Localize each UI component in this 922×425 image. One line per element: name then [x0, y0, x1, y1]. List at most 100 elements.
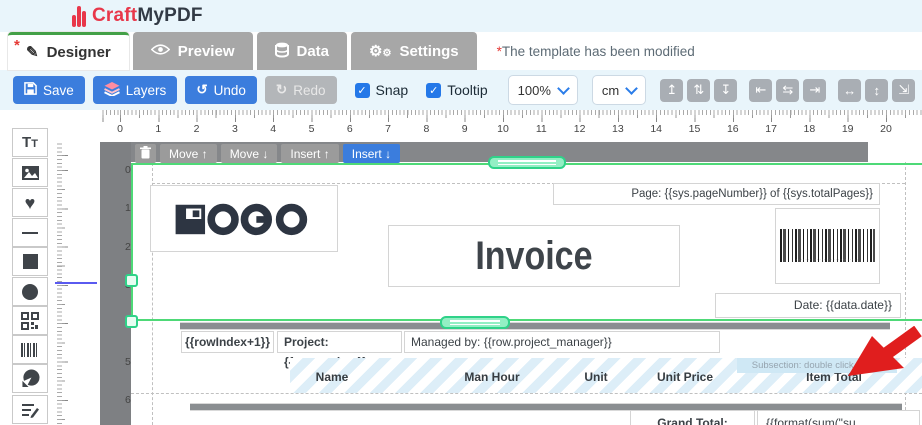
shrink-button[interactable]: ⇲ — [892, 79, 915, 102]
barcode-element[interactable]: ··························· — [775, 208, 880, 284]
redo-icon: ↻ — [276, 82, 287, 98]
craftmypdf-logo-icon — [72, 6, 86, 27]
unit-select[interactable]: cm — [592, 75, 646, 105]
redo-button[interactable]: ↻ Redo — [265, 76, 337, 104]
hruler-number: 4 — [270, 123, 276, 135]
column-header-unit-price[interactable]: Unit Price — [657, 370, 713, 384]
page-number-element[interactable]: Page: {{sys.pageNumber}} of {{sys.totalP… — [553, 183, 880, 205]
hruler-number: 2 — [194, 123, 200, 135]
column-header-unit[interactable]: Unit — [584, 370, 607, 384]
hruler-number: 20 — [880, 123, 892, 135]
selection-left-handle[interactable] — [125, 274, 138, 287]
undo-button[interactable]: ↺ Undo — [185, 76, 257, 104]
selection-bottom-grip-handle[interactable] — [440, 316, 510, 329]
valign-center-button[interactable]: ⇅ — [687, 79, 710, 102]
date-element[interactable]: Date: {{data.date}} — [715, 293, 901, 318]
tab-settings[interactable]: ⚙⚙ Settings — [351, 32, 477, 70]
layers-icon — [104, 82, 120, 99]
align-left-button[interactable]: ⇤ — [749, 79, 772, 102]
logo-element[interactable] — [150, 185, 338, 252]
column-header-name[interactable]: Name — [316, 370, 349, 384]
layers-label: Layers — [126, 83, 167, 98]
red-annotation-arrow — [846, 326, 922, 378]
ellipse-tool-button[interactable] — [12, 277, 48, 306]
tooltip-checkbox-group: ✓ Tooltip — [426, 82, 487, 98]
line-tool-button[interactable] — [12, 218, 48, 247]
valign-center-icon: ⇅ — [693, 82, 704, 98]
barcode-icon — [21, 343, 39, 357]
rich-text-icon — [21, 402, 39, 418]
zoom-select[interactable]: 100% — [508, 75, 578, 105]
rectangle-tool-button[interactable] — [12, 247, 48, 276]
align-bottom-button[interactable]: ↧ — [714, 79, 737, 102]
chart-icon — [21, 369, 40, 388]
rich-text-tool-button[interactable] — [12, 395, 48, 424]
project-element[interactable]: Project: {{row.project}} — [277, 331, 402, 353]
save-button[interactable]: Save — [13, 76, 85, 104]
context-move--row[interactable]: Move ↓ — [221, 144, 278, 163]
invoice-title-element[interactable]: Invoice — [388, 225, 680, 287]
modified-star: * — [14, 37, 20, 54]
redo-label: Redo — [293, 83, 325, 98]
align-right-button[interactable]: ⇥ — [803, 79, 826, 102]
delete-section-button[interactable] — [135, 144, 156, 163]
heart-icon: ♥ — [25, 194, 36, 212]
hruler-number: 12 — [574, 123, 586, 135]
context-insert-[interactable]: Insert ↑ — [281, 144, 338, 163]
text-tool-button[interactable]: TT — [12, 128, 48, 157]
context-insert-[interactable]: Insert ↓ — [343, 144, 400, 163]
stretch-vertical-icon: ↕ — [874, 83, 881, 98]
heart-tool-button[interactable]: ♥ — [12, 188, 48, 217]
chart-tool-button[interactable] — [12, 364, 48, 393]
unit-value: cm — [602, 83, 619, 98]
vruler-number: 5 — [125, 356, 131, 368]
halign-center-icon: ⇆ — [782, 82, 793, 98]
tab-preview[interactable]: Preview — [133, 32, 253, 70]
align-top-button[interactable]: ↥ — [660, 79, 683, 102]
tab-label: Designer — [47, 44, 111, 61]
zoom-value: 100% — [518, 83, 551, 98]
row-index-element[interactable]: {{rowIndex+1}} — [181, 331, 274, 353]
brand-mypdf: MyPDF — [137, 5, 202, 26]
hruler-number: 11 — [536, 123, 547, 135]
grand-total-label-element[interactable]: Grand Total: — [630, 410, 755, 425]
layers-button[interactable]: Layers — [93, 76, 178, 104]
section-context-menu: Move ↑Move ↓Insert ↑ Insert ↓ — [135, 144, 400, 163]
qrcode-tool-button[interactable] — [12, 306, 48, 335]
tooltip-checkbox[interactable]: ✓ — [426, 83, 441, 98]
align-left-icon: ⇤ — [755, 82, 766, 98]
qrcode-icon — [21, 312, 39, 330]
context-move--row[interactable]: Move ↑ — [160, 144, 217, 163]
stretch-vertical-button[interactable]: ↕ — [865, 79, 888, 102]
template-modified-notice: *The template has been modified — [497, 44, 695, 59]
notice-text: The template has been modified — [502, 44, 695, 59]
selection-top-grip-handle[interactable] — [488, 156, 566, 169]
image-icon — [21, 165, 40, 181]
hruler-number: 19 — [842, 123, 854, 135]
column-header-man-hour[interactable]: Man Hour — [464, 370, 519, 384]
undo-icon: ↺ — [196, 82, 207, 98]
stretch-horizontal-button[interactable]: ↔ — [838, 79, 861, 102]
snap-checkbox[interactable]: ✓ — [355, 83, 370, 98]
save-icon — [24, 82, 37, 98]
section-dashed-divider — [131, 393, 922, 394]
row-section-band[interactable] — [180, 322, 890, 330]
barcode-tool-button[interactable] — [12, 335, 48, 364]
undo-label: Undo — [214, 83, 246, 98]
selection-corner-handle[interactable] — [125, 315, 138, 328]
snap-checkbox-group: ✓ Snap — [355, 82, 409, 98]
hruler-number: 13 — [612, 123, 624, 135]
hruler-number: 17 — [765, 123, 777, 135]
vruler-number: 1 — [125, 202, 131, 214]
tab-designer[interactable]: * ✎ Designer — [8, 32, 129, 70]
vruler-number: 6 — [125, 394, 131, 406]
managed-by-element[interactable]: Managed by: {{row.project_manager}} — [404, 331, 720, 353]
grand-total-value-element[interactable]: {{format(sum("su — [757, 410, 920, 425]
chevron-down-icon — [625, 82, 638, 95]
image-tool-button[interactable] — [12, 158, 48, 187]
halign-center-button[interactable]: ⇆ — [776, 79, 799, 102]
hruler-number: 15 — [689, 123, 701, 135]
tab-data[interactable]: Data — [257, 32, 348, 70]
hruler-number: 5 — [309, 123, 315, 135]
hruler-number: 14 — [650, 123, 662, 135]
